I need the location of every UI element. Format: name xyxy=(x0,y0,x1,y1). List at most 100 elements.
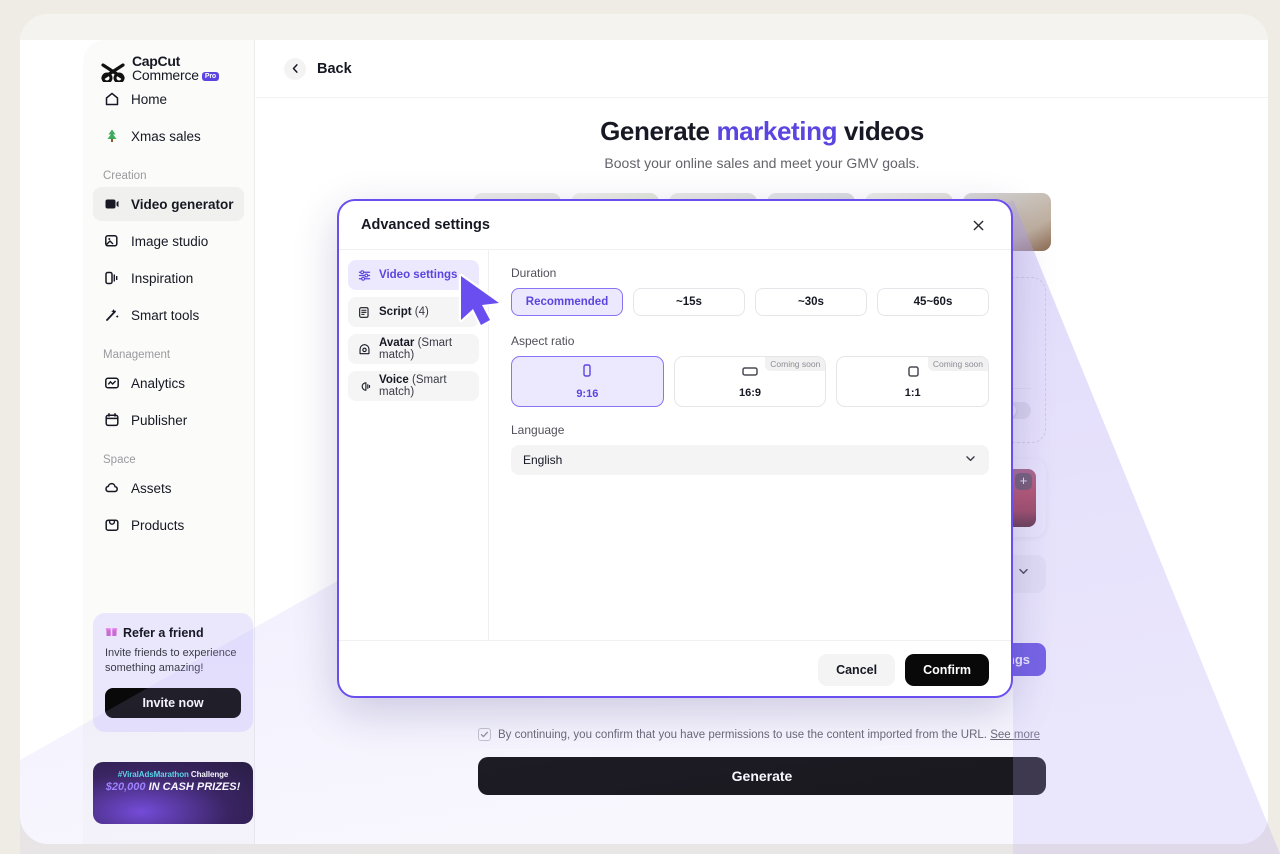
home-icon xyxy=(103,91,120,108)
language-label: Language xyxy=(511,423,565,437)
see-more-link[interactable]: See more xyxy=(990,729,1040,741)
aspect-ratio-label-text: 9:16 xyxy=(576,388,599,400)
modal-nav-voice[interactable]: Voice (Smart match) xyxy=(348,371,479,401)
sidebar-item-label: Xmas sales xyxy=(131,128,201,144)
duration-option-15s[interactable]: ~15s xyxy=(633,288,745,316)
invite-now-button[interactable]: Invite now xyxy=(105,688,241,718)
chevron-down-icon xyxy=(1017,565,1030,583)
add-clip-icon[interactable]: + xyxy=(1015,473,1032,490)
modal-nav-video-settings[interactable]: Video settings xyxy=(348,260,479,290)
brand-logo-block[interactable]: CapCut Commerce Pro xyxy=(93,40,244,82)
sidebar-item-smart-tools[interactable]: Smart tools xyxy=(93,298,244,332)
page-subtitle: Boost your online sales and meet your GM… xyxy=(604,155,920,171)
back-button[interactable]: Back xyxy=(284,57,352,80)
modal-footer: Cancel Confirm xyxy=(339,640,1011,696)
generate-button[interactable]: Generate xyxy=(478,757,1046,795)
aspect-ratio-options: 9:16 Coming soon 16:9 Coming soon 1:1 xyxy=(511,356,990,407)
promo-prize: IN CASH PRIZES! xyxy=(145,781,241,793)
title-post: videos xyxy=(837,116,924,146)
bag-icon xyxy=(103,517,120,534)
sidebar-item-inspiration[interactable]: Inspiration xyxy=(93,261,244,295)
sidebar-item-publisher[interactable]: Publisher xyxy=(93,403,244,437)
top-bar: Back xyxy=(256,40,1268,98)
modal-nav-script[interactable]: Script (4) xyxy=(348,297,479,327)
sidebar-item-label: Inspiration xyxy=(131,270,194,286)
aspect-ratio-option-9-16[interactable]: 9:16 xyxy=(511,356,664,407)
confirm-button[interactable]: Confirm xyxy=(905,653,989,686)
sidebar-item-label: Analytics xyxy=(131,375,186,391)
coming-soon-badge: Coming soon xyxy=(927,357,989,371)
chevron-down-icon xyxy=(964,452,977,468)
hero-section: Generate marketing videos Boost your onl… xyxy=(256,98,1268,171)
modal-title: Advanced settings xyxy=(361,217,490,233)
duration-option-recommended[interactable]: Recommended xyxy=(511,288,623,316)
sidebar-item-xmas-sales[interactable]: Xmas sales xyxy=(93,119,244,153)
language-select[interactable]: English xyxy=(511,445,989,475)
sidebar-item-label: Publisher xyxy=(131,412,188,428)
consent-text: By continuing, you confirm that you have… xyxy=(498,728,987,741)
aspect-ratio-label: Aspect ratio xyxy=(511,334,575,348)
sidebar-item-products[interactable]: Products xyxy=(93,508,244,542)
page-title: Generate marketing videos xyxy=(256,116,1268,147)
title-pre: Generate xyxy=(600,116,717,146)
duration-option-45-60s[interactable]: 45~60s xyxy=(877,288,989,316)
sidebar-item-label: Smart tools xyxy=(131,307,200,323)
modal-nav-label: Voice xyxy=(379,374,413,386)
aspect-ratio-option-16-9[interactable]: Coming soon 16:9 xyxy=(673,356,827,407)
chevron-left-icon xyxy=(284,57,306,80)
refer-a-friend-card: Refer a friend Invite friends to experie… xyxy=(93,613,253,732)
avatar-icon xyxy=(357,342,371,356)
refer-subtitle: Invite friends to experience something a… xyxy=(105,647,237,675)
cancel-button[interactable]: Cancel xyxy=(818,653,896,686)
back-label: Back xyxy=(317,60,352,77)
screen: CapCut Commerce Pro Home Xmas sales Crea… xyxy=(0,0,1280,854)
script-icon xyxy=(357,305,371,319)
consent-row: By continuing, you confirm that you have… xyxy=(478,728,1046,741)
brand-name-line2: Commerce xyxy=(132,67,199,82)
language-value: English xyxy=(523,453,563,467)
consent-checkbox[interactable] xyxy=(478,728,491,741)
promo-amount: $20,000 xyxy=(105,781,146,793)
sidebar-item-label: Video generator xyxy=(131,196,234,212)
modal-side-nav: Video settings Script (4) Avatar (Smart … xyxy=(339,250,489,640)
modal-header: Advanced settings xyxy=(339,201,1011,250)
aspect-ratio-label-text: 1:1 xyxy=(904,387,921,399)
modal-body: Video settings Script (4) Avatar (Smart … xyxy=(339,250,1011,640)
brand-name-line1: CapCut xyxy=(132,53,180,69)
sidebar-item-assets[interactable]: Assets xyxy=(93,471,244,505)
wand-icon xyxy=(103,307,120,324)
window-top-strip xyxy=(20,14,1268,40)
sidebar-item-image-studio[interactable]: Image studio xyxy=(93,224,244,258)
calendar-icon xyxy=(103,412,120,429)
modal-nav-label: Avatar xyxy=(379,337,418,349)
aspect-ratio-option-1-1[interactable]: Coming soon 1:1 xyxy=(836,356,990,407)
cloud-icon xyxy=(103,480,120,497)
analytics-icon xyxy=(103,375,120,392)
promo-banner[interactable]: #ViralAdsMarathon Challenge $20,000 IN C… xyxy=(93,762,253,824)
title-accent: marketing xyxy=(716,116,838,146)
duration-option-30s[interactable]: ~30s xyxy=(755,288,867,316)
voice-icon xyxy=(357,379,371,393)
sidebar: CapCut Commerce Pro Home Xmas sales Crea… xyxy=(83,40,255,844)
video-icon xyxy=(103,196,120,213)
landscape-frame-icon xyxy=(740,364,760,383)
close-icon[interactable] xyxy=(967,214,989,236)
sidebar-group-management: Management xyxy=(103,349,171,361)
portrait-frame-icon xyxy=(581,363,593,384)
pro-badge: Pro xyxy=(201,71,219,81)
sliders-icon xyxy=(357,268,371,282)
sidebar-item-home[interactable]: Home xyxy=(93,82,244,116)
modal-nav-avatar[interactable]: Avatar (Smart match) xyxy=(348,334,479,364)
aspect-ratio-label-text: 16:9 xyxy=(738,387,762,399)
sidebar-item-label: Products xyxy=(131,517,185,533)
square-frame-icon xyxy=(906,364,920,383)
capcut-logo-icon xyxy=(101,62,127,82)
sidebar-item-video-generator[interactable]: Video generator xyxy=(93,187,244,221)
sidebar-item-analytics[interactable]: Analytics xyxy=(93,366,244,400)
modal-nav-label: Video settings xyxy=(379,269,458,281)
duration-label: Duration xyxy=(511,266,557,280)
image-icon xyxy=(103,233,120,250)
modal-nav-sub: (4) xyxy=(414,306,429,318)
inspiration-icon xyxy=(103,270,120,287)
sidebar-item-label: Image studio xyxy=(131,233,209,249)
